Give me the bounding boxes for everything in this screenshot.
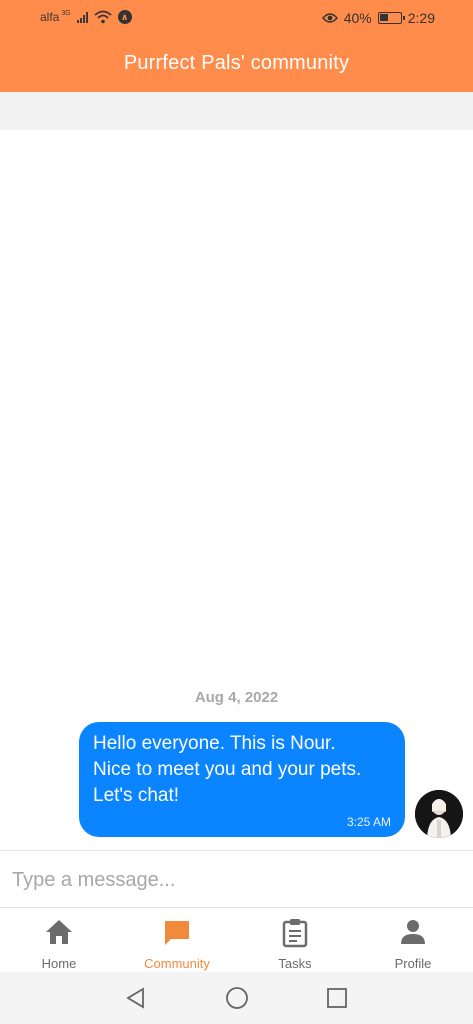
status-bar: alfa 3G ∧ 40% 2:29 — [0, 0, 473, 36]
tab-home[interactable]: Home — [0, 908, 118, 972]
back-icon[interactable] — [124, 986, 146, 1010]
avatar[interactable] — [415, 790, 463, 838]
home-icon — [46, 920, 72, 944]
tab-tasks-label: Tasks — [278, 956, 312, 971]
message-text: Hello everyone. This is Nour. Nice to me… — [93, 733, 362, 806]
message-bubble[interactable]: Hello everyone. This is Nour. Nice to me… — [79, 722, 405, 837]
recents-icon[interactable] — [326, 986, 348, 1010]
message-input[interactable] — [12, 865, 452, 895]
tab-community[interactable]: Community — [118, 908, 236, 972]
carrier-label: alfa — [40, 10, 60, 24]
wifi-icon — [94, 10, 112, 24]
tab-tasks[interactable]: Tasks — [236, 908, 354, 972]
tab-community-label: Community — [144, 956, 210, 971]
bottom-tab-bar: Home Community Tasks Profile — [0, 908, 473, 972]
app-header: alfa 3G ∧ 40% 2:29 Purrfect Pals' commun… — [0, 0, 473, 92]
avatar-photo — [415, 790, 463, 838]
battery-percent: 40% — [343, 10, 372, 26]
nfc-icon: ∧ — [117, 10, 132, 24]
system-nav-bar — [0, 972, 473, 1024]
eye-icon — [321, 13, 338, 23]
person-icon — [401, 920, 425, 944]
tab-home-label: Home — [41, 956, 77, 971]
page-title: Purrfect Pals' community — [123, 52, 350, 74]
message-composer — [0, 850, 473, 908]
header-subbar — [0, 92, 473, 130]
battery-icon — [377, 12, 405, 24]
home-circle-icon[interactable] — [225, 986, 249, 1010]
signal-icon — [76, 11, 88, 23]
network-type-label: 3G — [61, 9, 71, 17]
tab-profile[interactable]: Profile — [354, 908, 472, 972]
chat-bubble-icon — [165, 921, 189, 945]
date-separator: Aug 4, 2022 — [194, 689, 279, 706]
clipboard-icon — [282, 919, 308, 948]
tab-profile-label: Profile — [394, 956, 432, 971]
message-time: 3:25 AM — [346, 815, 391, 829]
clock: 2:29 — [407, 10, 435, 26]
